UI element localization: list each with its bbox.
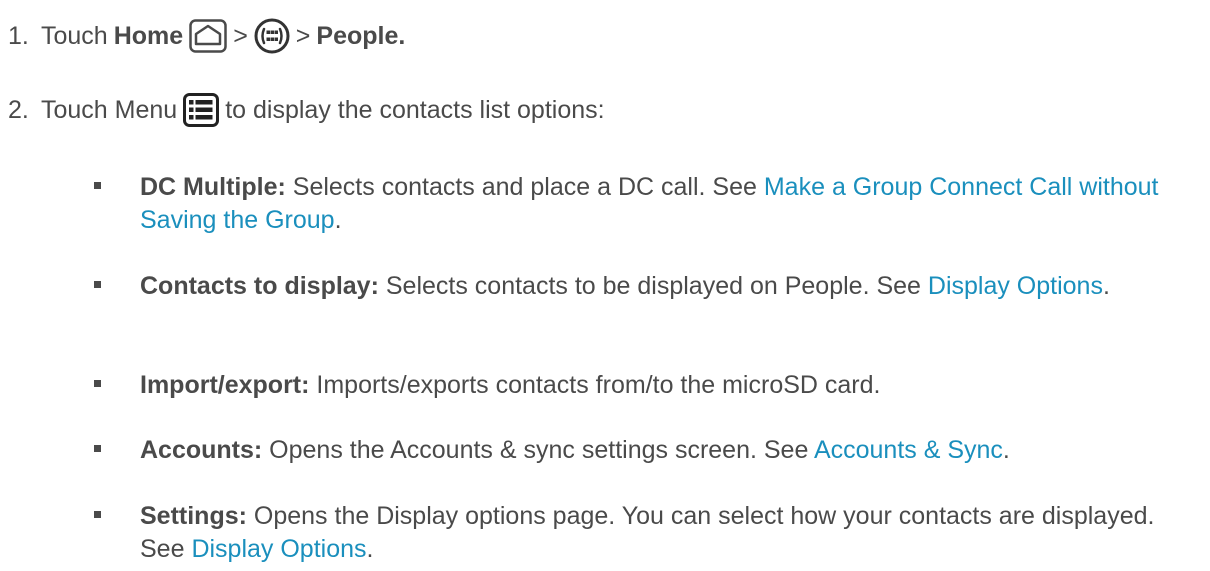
option-label: Contacts to display: [140,272,379,300]
menu-icon [183,93,220,127]
bullet-marker [94,182,101,189]
option-after: . [1102,272,1110,300]
step-1: 1. Touch Home > > People. [8,18,405,54]
step-2: 2. Touch Menu to display the contacts li… [8,93,605,127]
list-item: Contacts to display: Selects contacts to… [94,270,1194,303]
step-text-after: to display the contacts list options: [225,95,605,124]
link-display-options[interactable]: Display Options [928,272,1103,300]
list-item: Import/export: Imports/exports contacts … [94,369,1194,402]
link-display-options[interactable]: Display Options [191,535,366,563]
list-item: Accounts: Opens the Accounts & sync sett… [94,434,1194,467]
option-label: Import/export: [140,371,310,399]
option-label: Settings: [140,502,247,530]
bullet-marker [94,511,101,518]
step-number: 2. [8,95,29,124]
option-text: Imports/exports contacts from/to the mic… [309,371,881,399]
bullet-marker [94,281,101,288]
bullet-marker [94,445,101,452]
home-icon [189,19,227,53]
people-label: People. [316,21,406,50]
step-text: Touch Menu [41,95,178,124]
option-after: . [366,534,374,563]
option-label: DC Multiple: [140,173,286,201]
apps-icon [254,18,290,54]
option-after: . [1002,436,1010,464]
step-text: Touch [41,21,108,50]
list-item: DC Multiple: Selects contacts and place … [94,171,1194,236]
bullet-marker [94,380,101,387]
option-text: Selects contacts and place a DC call. Se… [285,173,764,201]
option-text: Opens the Accounts & sync settings scree… [262,436,814,464]
home-label: Home [113,21,184,50]
option-text: Selects contacts to be displayed on Peop… [378,272,928,300]
option-label: Accounts: [140,436,263,464]
list-item: Settings: Opens the Display options page… [94,500,1194,565]
separator: > [233,21,248,50]
separator: > [295,21,311,50]
step-number: 1. [8,21,29,50]
option-after: . [334,205,342,234]
link-accounts-sync[interactable]: Accounts & Sync [814,436,1003,464]
